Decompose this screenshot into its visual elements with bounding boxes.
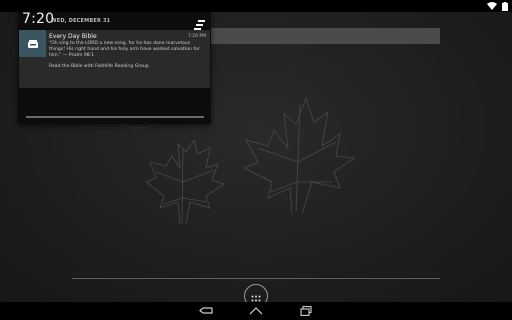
- notification-card[interactable]: Every Day Bible 7:20 PM "Oh sing to the …: [19, 30, 210, 88]
- clear-all-icon: [194, 20, 205, 30]
- date: WED, DECEMBER 31: [51, 18, 111, 24]
- notification-time: 7:20 PM: [187, 34, 206, 39]
- notification-body: "Oh sing to the LORD a new song, for he …: [49, 41, 200, 58]
- recents-button[interactable]: [296, 305, 316, 317]
- dock-divider: [72, 278, 440, 279]
- shade-header: 7:20 WED, DECEMBER 31: [18, 11, 211, 30]
- navigation-bar: [0, 302, 512, 320]
- notification-shade[interactable]: 7:20 WED, DECEMBER 31 Every Day Bible 7:…: [18, 11, 211, 124]
- home-button[interactable]: [246, 305, 266, 317]
- back-button[interactable]: [196, 305, 216, 317]
- clock: 7:20: [22, 11, 55, 27]
- notification-summary: Read the Bible with Faithlife Reading Gr…: [49, 64, 149, 69]
- status-bar[interactable]: [0, 0, 512, 12]
- bible-app-icon: [19, 30, 46, 57]
- wifi-icon: [487, 2, 497, 10]
- notification-title: Every Day Bible: [49, 33, 97, 40]
- shade-scroll-indicator[interactable]: [26, 116, 204, 118]
- recents-icon: [300, 306, 312, 316]
- status-icons: [487, 1, 508, 11]
- battery-icon: [502, 1, 508, 11]
- back-icon: [199, 307, 213, 314]
- home-icon: [249, 307, 263, 315]
